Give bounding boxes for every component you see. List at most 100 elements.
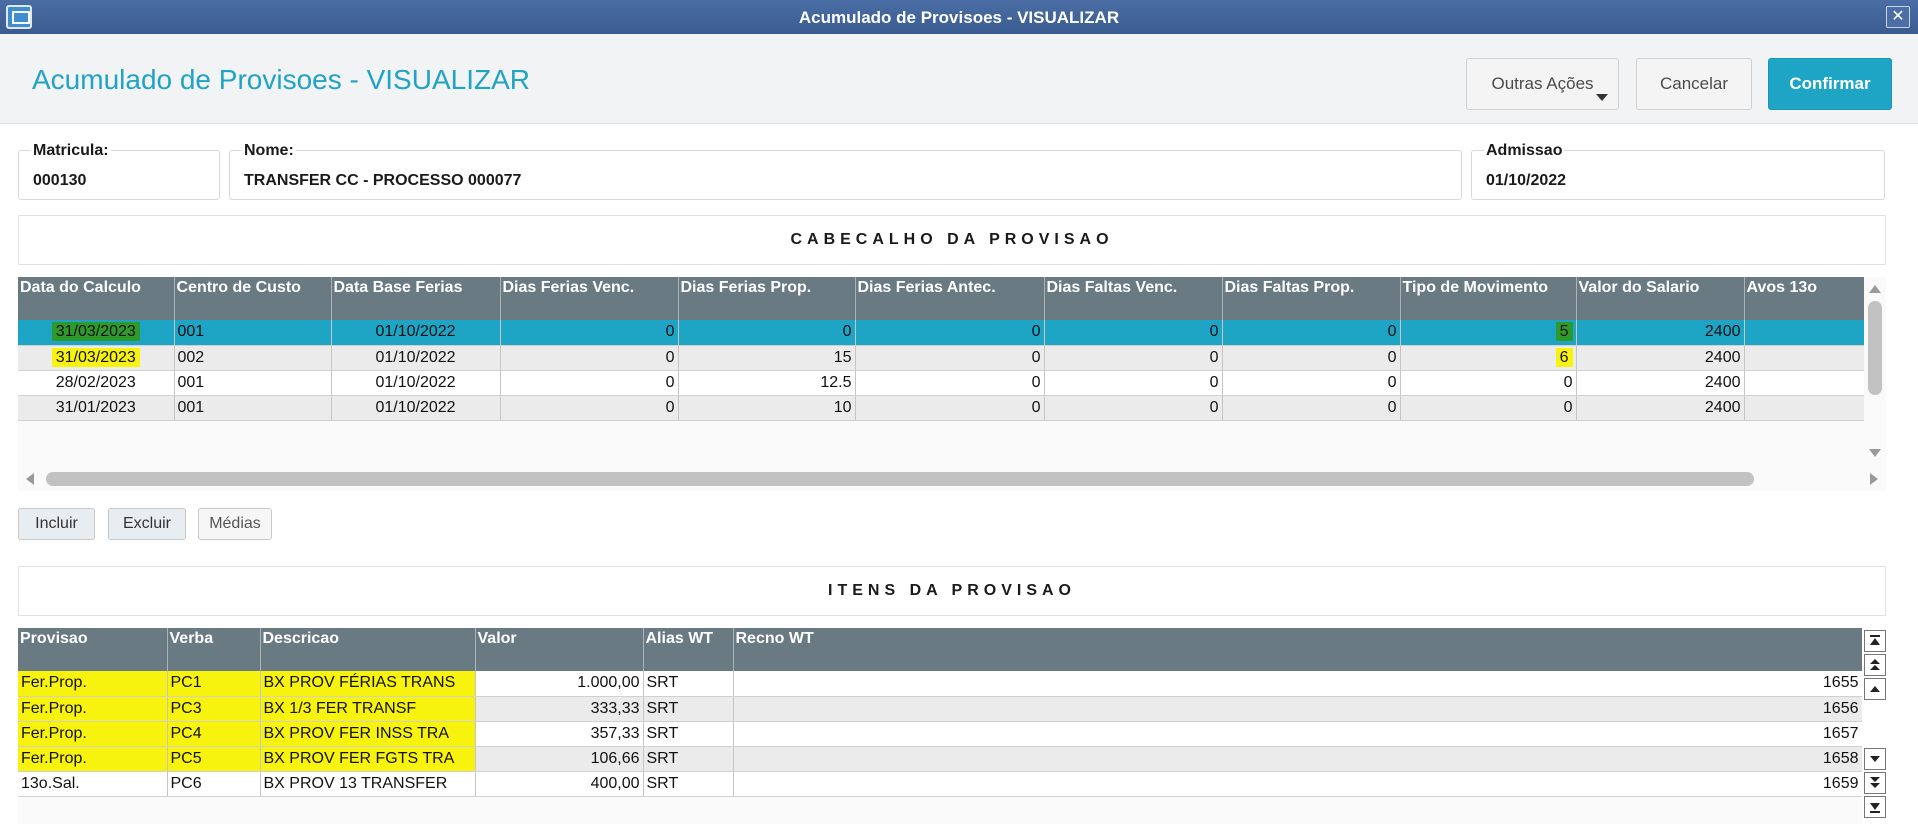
window-titlebar: Acumulado de Provisoes - VISUALIZAR ✕ <box>0 0 1918 34</box>
table-cell: PC4 <box>167 721 261 747</box>
col-dias-faltas-prop[interactable]: Dias Faltas Prop. <box>1222 277 1401 320</box>
nome-label: Nome: <box>242 142 296 160</box>
table-row[interactable]: 28/02/2023 001 01/10/2022 0 12.5 0 0 0 0… <box>18 370 1864 396</box>
cell-highlight-green: 5 <box>1555 322 1573 342</box>
nome-field[interactable]: Nome: TRANSFER CC - PROCESSO 000077 <box>229 142 1462 200</box>
admissao-field[interactable]: Admissao 01/10/2022 <box>1471 142 1885 200</box>
table-cell: 0 <box>1044 320 1223 346</box>
table-cell: Fer.Prop. <box>18 746 168 772</box>
window-title: Acumulado de Provisoes - VISUALIZAR <box>798 8 1120 27</box>
table-cell: 1658 <box>733 746 1862 772</box>
table-cell: 31/01/2023 <box>18 395 175 421</box>
table-cell: 01/10/2022 <box>331 320 501 346</box>
col-centro-custo[interactable]: Centro de Custo <box>174 277 332 320</box>
table-row[interactable]: 31/03/2023 002 01/10/2022 0 15 0 0 0 6 2… <box>18 345 1864 371</box>
col-recno-wt[interactable]: Recno WT <box>733 628 1862 671</box>
table-cell: 001 <box>174 320 332 346</box>
table-row[interactable]: 31/03/2023 001 01/10/2022 0 0 0 0 0 5 24… <box>18 320 1864 346</box>
itens-section-title: ITENS DA PROVISAO <box>18 566 1886 616</box>
incluir-button[interactable]: Incluir <box>18 508 95 540</box>
table-row[interactable]: 13o.Sal. PC6 BX PROV 13 TRANSFER 400,00 … <box>18 771 1862 797</box>
table-cell: 3 <box>1744 345 1864 371</box>
col-data-calculo[interactable]: Data do Calculo <box>18 277 175 320</box>
table-cell: 0 <box>855 320 1045 346</box>
table-cell: 0 <box>500 320 679 346</box>
medias-button[interactable]: Médias <box>198 508 272 540</box>
table-cell: 1656 <box>733 696 1862 722</box>
scroll-right-icon[interactable] <box>1870 473 1878 485</box>
page-up-icon[interactable] <box>1864 654 1886 676</box>
admissao-value: 01/10/2022 <box>1486 172 1567 189</box>
table-cell: PC1 <box>167 671 261 697</box>
col-dias-ferias-venc[interactable]: Dias Ferias Venc. <box>500 277 679 320</box>
table-row[interactable]: Fer.Prop. PC3 BX 1/3 FER TRANSF 333,33 S… <box>18 696 1862 722</box>
table-row[interactable]: Fer.Prop. PC1 BX PROV FÉRIAS TRANS 1.000… <box>18 671 1862 697</box>
table-cell: 0 <box>678 320 856 346</box>
cell-highlight-green: 31/03/2023 <box>51 322 140 342</box>
table-cell: 333,33 <box>475 696 644 722</box>
table-cell: Fer.Prop. <box>18 671 168 697</box>
col-tipo-movimento[interactable]: Tipo de Movimento <box>1400 277 1577 320</box>
scroll-up-icon[interactable] <box>1864 678 1886 700</box>
confirm-button[interactable]: Confirmar <box>1768 58 1892 110</box>
table-cell: 2 <box>1744 370 1864 396</box>
col-data-base-ferias[interactable]: Data Base Ferias <box>331 277 501 320</box>
col-verba[interactable]: Verba <box>167 628 261 671</box>
table-cell: 106,66 <box>475 746 644 772</box>
table-cell: 0 <box>1744 320 1864 346</box>
table-cell: PC6 <box>167 771 261 797</box>
cabecalho-hscrollbar[interactable] <box>18 467 1886 491</box>
scroll-up-icon[interactable] <box>1869 285 1881 293</box>
close-icon[interactable]: ✕ <box>1886 6 1910 28</box>
scroll-down-icon[interactable] <box>1869 449 1881 457</box>
matricula-field[interactable]: Matricula: 000130 <box>18 142 220 200</box>
col-provisao[interactable]: Provisao <box>18 628 168 671</box>
scroll-top-icon[interactable] <box>1864 630 1886 652</box>
col-descricao[interactable]: Descricao <box>260 628 476 671</box>
scroll-down-icon[interactable] <box>1864 748 1886 770</box>
excluir-button[interactable]: Excluir <box>108 508 186 540</box>
table-cell: 001 <box>174 395 332 421</box>
scroll-left-icon[interactable] <box>26 473 34 485</box>
table-cell: 1659 <box>733 771 1862 797</box>
scroll-bottom-icon[interactable] <box>1864 796 1886 818</box>
table-cell: 0 <box>500 370 679 396</box>
page-header: Acumulado de Provisoes - VISUALIZAR Outr… <box>0 34 1918 124</box>
table-cell: PC5 <box>167 746 261 772</box>
table-row[interactable]: Fer.Prop. PC4 BX PROV FER INSS TRA 357,3… <box>18 721 1862 747</box>
table-cell: SRT <box>643 696 734 722</box>
page-down-icon[interactable] <box>1864 772 1886 794</box>
outras-acoes-button[interactable]: Outras Ações <box>1466 58 1619 110</box>
table-row[interactable]: 31/01/2023 001 01/10/2022 0 10 0 0 0 0 2… <box>18 395 1864 421</box>
cabecalho-grid: Data do Calculo Centro de Custo Data Bas… <box>18 277 1864 467</box>
col-valor[interactable]: Valor <box>475 628 644 671</box>
table-cell: 28/02/2023 <box>18 370 175 396</box>
cabecalho-vscrollbar[interactable] <box>1864 277 1886 467</box>
table-cell: 0 <box>1044 345 1223 371</box>
scroll-thumb[interactable] <box>46 472 1754 486</box>
cabecalho-section-title: CABECALHO DA PROVISAO <box>18 215 1886 265</box>
table-row[interactable]: Fer.Prop. PC5 BX PROV FER FGTS TRA 106,6… <box>18 746 1862 772</box>
matricula-label: Matricula: <box>31 142 111 160</box>
col-avos-13o[interactable]: Avos 13o <box>1744 277 1864 320</box>
matricula-value: 000130 <box>33 172 87 189</box>
table-cell: 400,00 <box>475 771 644 797</box>
table-cell: 1.000,00 <box>475 671 644 697</box>
table-cell: SRT <box>643 746 734 772</box>
table-cell: 0 <box>500 395 679 421</box>
col-valor-salario[interactable]: Valor do Salario <box>1576 277 1745 320</box>
col-dias-faltas-venc[interactable]: Dias Faltas Venc. <box>1044 277 1223 320</box>
table-cell: 1655 <box>733 671 1862 697</box>
table-cell: PC3 <box>167 696 261 722</box>
col-dias-ferias-prop[interactable]: Dias Ferias Prop. <box>678 277 856 320</box>
table-cell: BX PROV FER INSS TRA <box>260 721 476 747</box>
cabecalho-header-row: Data do Calculo Centro de Custo Data Bas… <box>18 277 1864 320</box>
table-cell: 2400 <box>1576 370 1745 396</box>
table-cell: 0 <box>855 370 1045 396</box>
table-cell: Fer.Prop. <box>18 721 168 747</box>
col-alias-wt[interactable]: Alias WT <box>643 628 734 671</box>
col-dias-ferias-antec[interactable]: Dias Ferias Antec. <box>855 277 1045 320</box>
table-cell: BX PROV 13 TRANSFER <box>260 771 476 797</box>
cancel-button[interactable]: Cancelar <box>1636 58 1752 110</box>
scroll-thumb[interactable] <box>1868 301 1882 395</box>
